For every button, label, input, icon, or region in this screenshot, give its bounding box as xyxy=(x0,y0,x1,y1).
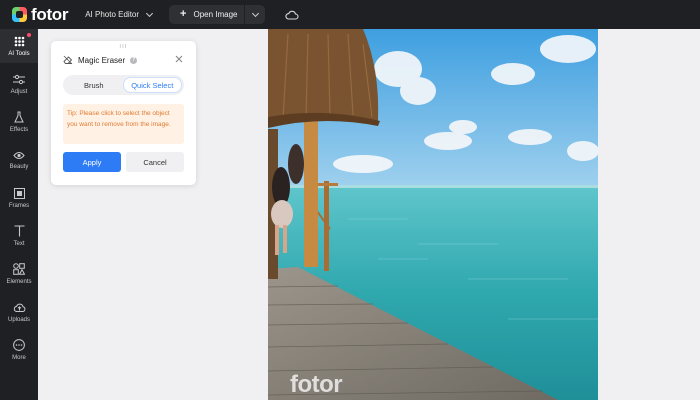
panel-title: Magic Eraser xyxy=(78,55,126,65)
eraser-icon xyxy=(63,55,73,65)
sidebar-item-label: More xyxy=(12,355,26,361)
tip-message: Tip: Please click to select the object y… xyxy=(63,104,184,144)
quick-select-mode-button[interactable]: Quick Select xyxy=(122,77,182,93)
sidebar-item-more[interactable]: More xyxy=(0,333,38,367)
chevron-down-icon xyxy=(251,9,259,17)
cancel-button[interactable]: Cancel xyxy=(126,152,184,172)
top-bar: fotor AI Photo Editor + Open Image xyxy=(0,0,700,29)
logo-text: fotor xyxy=(31,4,69,24)
sidebar-item-label: Frames xyxy=(8,202,30,209)
fotor-logo-icon xyxy=(12,7,27,22)
sidebar-item-effects[interactable]: Effects xyxy=(0,105,38,139)
mode-toggle: Brush Quick Select xyxy=(63,75,184,95)
drag-handle[interactable] xyxy=(119,44,127,48)
eye-icon xyxy=(13,151,25,159)
sidebar-item-label: Adjust xyxy=(10,88,28,95)
sidebar-item-label: Uploads xyxy=(7,316,30,323)
chevron-down-icon xyxy=(145,9,154,17)
photo-canvas[interactable]: fotor xyxy=(268,29,598,400)
sidebar-item-label: AI Tools xyxy=(8,50,30,57)
frame-icon xyxy=(13,187,25,199)
left-sidebar: AI Tools Adjust Effects Beauty Frames Te… xyxy=(0,29,38,400)
text-icon xyxy=(14,225,24,237)
sidebar-item-uploads[interactable]: Uploads xyxy=(0,295,38,329)
sidebar-item-text[interactable]: Text xyxy=(0,219,38,253)
watermark: fotor xyxy=(290,371,343,398)
close-icon[interactable] xyxy=(174,54,184,64)
help-icon[interactable]: ? xyxy=(130,56,138,64)
sliders-icon xyxy=(13,74,25,84)
more-icon xyxy=(13,339,25,351)
sidebar-item-adjust[interactable]: Adjust xyxy=(0,67,38,101)
grid-icon xyxy=(14,36,24,46)
beach-pier-photo xyxy=(268,29,598,400)
sidebar-item-frames[interactable]: Frames xyxy=(0,181,38,215)
sidebar-item-label: Beauty xyxy=(9,163,29,170)
sidebar-item-elements[interactable]: Elements xyxy=(0,257,38,291)
shapes-icon xyxy=(13,263,25,275)
flask-icon xyxy=(14,111,24,123)
open-image-main[interactable]: + Open Image xyxy=(169,5,244,24)
fotor-logo[interactable]: fotor xyxy=(12,4,69,25)
plus-icon: + xyxy=(180,8,187,20)
open-image-label: Open Image xyxy=(193,10,238,19)
open-image-dropdown[interactable] xyxy=(245,5,265,24)
panel-header: Magic Eraser ? xyxy=(63,55,138,65)
sidebar-item-ai-tools[interactable]: AI Tools xyxy=(0,29,38,63)
sidebar-item-beauty[interactable]: Beauty xyxy=(0,143,38,177)
sidebar-item-label: Effects xyxy=(9,127,29,133)
upload-cloud-icon xyxy=(13,303,25,312)
open-image-button[interactable]: + Open Image xyxy=(169,5,266,24)
apply-button[interactable]: Apply xyxy=(63,152,121,172)
notification-dot xyxy=(27,33,31,37)
cloud-icon[interactable] xyxy=(285,8,299,22)
brush-mode-button[interactable]: Brush xyxy=(65,77,123,93)
sidebar-item-label: Elements xyxy=(6,279,32,285)
ai-photo-editor-menu[interactable]: AI Photo Editor xyxy=(85,9,154,19)
editor-menu-label: AI Photo Editor xyxy=(85,10,140,19)
magic-eraser-panel: Magic Eraser ? Brush Quick Select Tip: P… xyxy=(51,41,196,185)
sidebar-item-label: Text xyxy=(13,241,25,247)
